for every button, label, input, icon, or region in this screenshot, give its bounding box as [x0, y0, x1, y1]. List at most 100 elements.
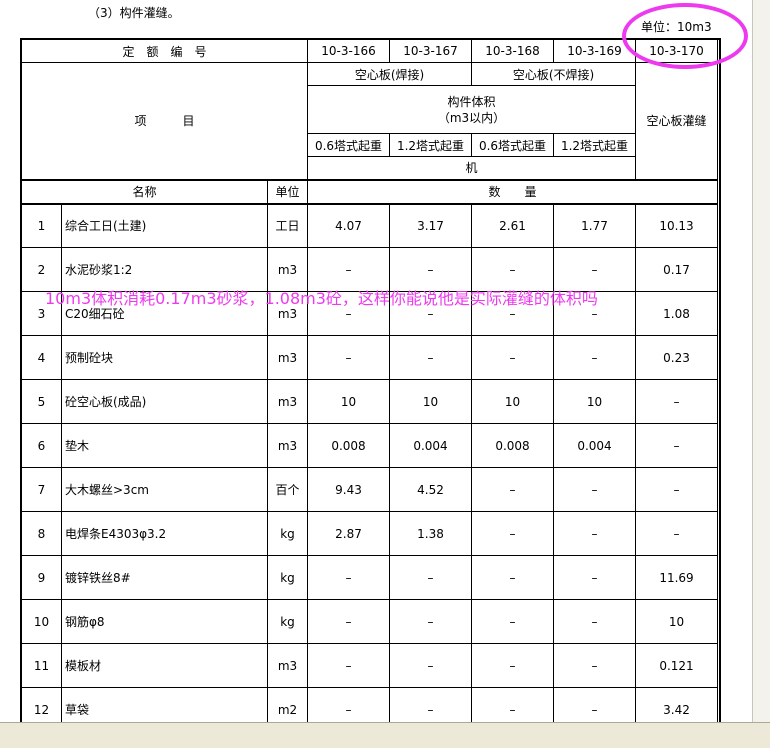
row-value: 10 [471, 379, 554, 424]
row-value: – [553, 335, 636, 380]
row-name: 水泥砂浆1:2 [61, 247, 268, 292]
row-value: – [553, 467, 636, 512]
row-value: – [471, 467, 554, 512]
row-value: – [635, 467, 718, 512]
row-name: 电焊条E4303φ3.2 [61, 511, 268, 556]
row-number: 2 [21, 247, 62, 292]
table-row: 5 砼空心板(成品) m3 10 10 10 10– [21, 379, 718, 424]
row-number: 7 [21, 467, 62, 512]
row-number: 8 [21, 511, 62, 556]
row-value: – [389, 335, 472, 380]
quota-code: 10-3-168 [471, 39, 554, 63]
row-unit: m3 [267, 423, 308, 468]
row-value: 10.13 [635, 202, 718, 248]
table-row: 8 电焊条E4303φ3.2 kg 2.87 1.38– – – [21, 511, 718, 556]
component-volume-label: 构件体积 （m3以内） [307, 85, 636, 134]
unit-label: 单位：10m3 [641, 20, 712, 34]
row-unit: m3 [267, 335, 308, 380]
row-unit: m3 [267, 643, 308, 688]
group-unwelded: 空心板(不焊接) [471, 62, 636, 86]
row-value: 1.77 [553, 202, 636, 248]
row-name: 模板材 [61, 643, 268, 688]
table-row: 11 模板材 m3– – – –0.121 [21, 643, 718, 688]
row-value: – [307, 291, 390, 336]
row-value: – [389, 643, 472, 688]
row-value: 10 [553, 379, 636, 424]
row-name: 钢筋φ8 [61, 599, 268, 644]
row-value: – [389, 599, 472, 644]
row-value: 0.004 [389, 423, 472, 468]
row-value: – [635, 511, 718, 556]
row-value: – [635, 379, 718, 424]
row-value: – [307, 643, 390, 688]
quota-code: 10-3-167 [389, 39, 472, 63]
row-number: 12 [21, 687, 62, 722]
row-value: 10 [307, 379, 390, 424]
row-unit: 百个 [267, 467, 308, 512]
row-number: 1 [21, 202, 62, 248]
row-unit: m2 [267, 687, 308, 722]
row-value: 2.87 [307, 511, 390, 556]
row-value: – [307, 335, 390, 380]
row-number: 5 [21, 379, 62, 424]
row-value: 1.38 [389, 511, 472, 556]
row-number: 4 [21, 335, 62, 380]
grouting-label: 空心板灌缝 [635, 62, 718, 180]
row-number: 6 [21, 423, 62, 468]
unit-col-header: 单位 [267, 178, 308, 204]
row-unit: 工日 [267, 202, 308, 248]
row-unit: kg [267, 599, 308, 644]
row-value: – [389, 291, 472, 336]
row-value: – [389, 247, 472, 292]
crane-type: 1.2塔式起重 [553, 133, 636, 157]
row-value: – [553, 247, 636, 292]
row-value: – [307, 247, 390, 292]
table-row: 1 综合工日(土建) 工日 4.07 3.17 2.61 1.77 10.13 [21, 202, 718, 248]
row-value: – [471, 511, 554, 556]
row-value: 0.008 [307, 423, 390, 468]
row-value: 0.121 [635, 643, 718, 688]
row-unit: m3 [267, 379, 308, 424]
row-value: – [635, 423, 718, 468]
table-row: 6 垫木 m3 0.008 0.004 0.008 0.004– [21, 423, 718, 468]
row-value: 0.004 [553, 423, 636, 468]
row-value: – [389, 555, 472, 600]
row-number: 10 [21, 599, 62, 644]
row-value: – [553, 555, 636, 600]
vertical-scrollbar[interactable] [752, 0, 770, 722]
component-volume-line2: （m3以内） [437, 110, 506, 125]
row-name: 垫木 [61, 423, 268, 468]
row-number: 9 [21, 555, 62, 600]
row-value: – [553, 687, 636, 722]
row-value: – [553, 291, 636, 336]
row-value: – [553, 599, 636, 644]
row-value: – [471, 291, 554, 336]
row-unit: kg [267, 511, 308, 556]
row-value: – [307, 555, 390, 600]
row-name: 综合工日(土建) [61, 202, 268, 248]
crane-type: 0.6塔式起重 [307, 133, 390, 157]
table-row: 7 大木螺丝>3cm 百个 9.43 4.52– – – [21, 467, 718, 512]
crane-type: 0.6塔式起重 [471, 133, 554, 157]
quota-table: 定 额 编 号 10-3-166 10-3-167 10-3-168 10-3-… [21, 39, 718, 722]
row-name: 大木螺丝>3cm [61, 467, 268, 512]
crane-type: 1.2塔式起重 [389, 133, 472, 157]
row-value: 1.08 [635, 291, 718, 336]
row-value: 0.23 [635, 335, 718, 380]
quota-code: 10-3-170 [635, 39, 718, 63]
row-value: 2.61 [471, 202, 554, 248]
row-value: 9.43 [307, 467, 390, 512]
row-value: – [471, 643, 554, 688]
component-volume-line1: 构件体积 [447, 94, 496, 109]
row-value: 11.69 [635, 555, 718, 600]
row-value: – [471, 247, 554, 292]
row-number: 11 [21, 643, 62, 688]
row-value: – [307, 599, 390, 644]
row-value: – [471, 555, 554, 600]
row-name: 草袋 [61, 687, 268, 722]
row-name: C20细石砼 [61, 291, 268, 336]
quota-code: 10-3-169 [553, 39, 636, 63]
row-unit: m3 [267, 247, 308, 292]
quota-number-label: 定 额 编 号 [21, 39, 308, 63]
row-value: – [471, 335, 554, 380]
